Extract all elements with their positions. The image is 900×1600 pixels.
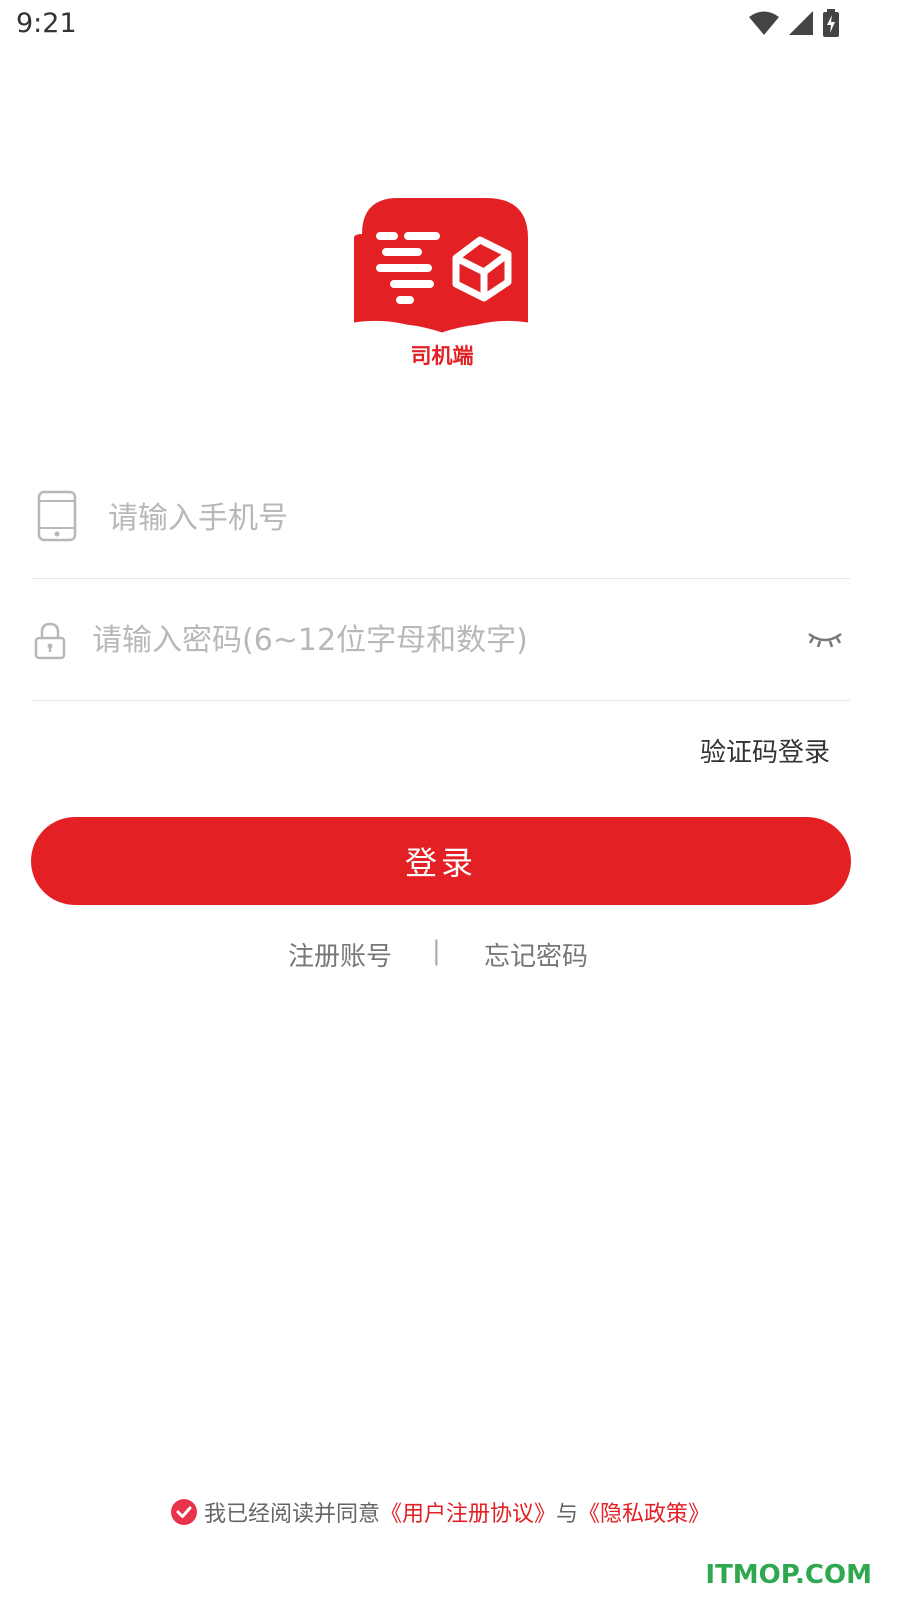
status-bar: 9:21 [0,0,900,48]
phone-field [32,470,850,579]
status-icons [748,9,840,37]
agreement-prefix: 我已经阅读并同意 [203,1502,380,1527]
link-separator: | [432,936,441,966]
watermark: ITMOP.COM [705,1560,872,1590]
status-time: 9:21 [16,8,77,39]
logo-caption: 司机端 [410,344,474,368]
sms-login-link[interactable]: 验证码登录 [700,732,830,769]
login-button[interactable]: 登录 [31,817,851,905]
phone-input[interactable] [106,492,810,544]
check-circle-icon[interactable] [170,1498,198,1526]
password-field [32,592,850,701]
register-link[interactable]: 注册账号 [288,936,392,973]
forgot-password-link[interactable]: 忘记密码 [484,936,588,973]
phone-icon [37,490,77,542]
app-logo [353,198,529,334]
signal-icon [789,11,813,35]
password-input[interactable] [90,614,774,666]
eye-closed-icon[interactable] [806,628,844,652]
agreement: 我已经阅读并同意 《用户注册协议》 与 《隐私政策》 [0,1496,900,1528]
user-agreement-link[interactable]: 《用户注册协议》 [380,1496,556,1528]
wifi-icon [749,11,779,35]
lock-icon [34,622,66,660]
battery-charging-icon [823,9,839,37]
privacy-policy-link[interactable]: 《隐私政策》 [578,1496,710,1528]
agreement-joiner: 与 [556,1502,579,1527]
